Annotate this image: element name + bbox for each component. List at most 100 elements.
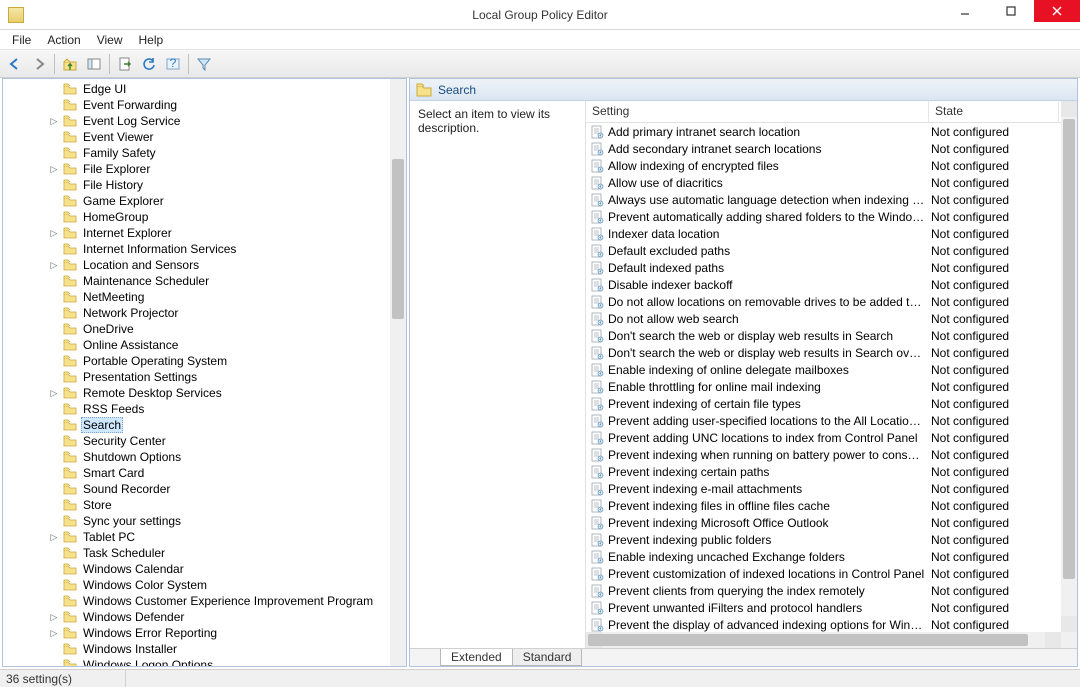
setting-row[interactable]: Enable throttling for online mail indexi… (586, 378, 1061, 395)
setting-row[interactable]: Prevent adding user-specified locations … (586, 412, 1061, 429)
setting-row[interactable]: Do not allow web searchNot configured (586, 310, 1061, 327)
tab-extended[interactable]: Extended (440, 649, 513, 666)
expand-icon[interactable]: ▷ (49, 116, 59, 126)
tree-item[interactable]: Windows Calendar (63, 561, 390, 577)
tree-item[interactable]: NetMeeting (63, 289, 390, 305)
setting-row[interactable]: Don't search the web or display web resu… (586, 344, 1061, 361)
menu-file[interactable]: File (4, 31, 39, 49)
tree-item[interactable]: HomeGroup (63, 209, 390, 225)
scrollbar-thumb[interactable] (392, 159, 404, 319)
setting-row[interactable]: Prevent indexing e-mail attachmentsNot c… (586, 480, 1061, 497)
tree-item[interactable]: Security Center (63, 433, 390, 449)
export-button[interactable] (114, 53, 136, 75)
expand-icon[interactable]: ▷ (49, 260, 59, 270)
setting-row[interactable]: Default excluded pathsNot configured (586, 242, 1061, 259)
tree-item[interactable]: Online Assistance (63, 337, 390, 353)
setting-row[interactable]: Prevent indexing of certain file typesNo… (586, 395, 1061, 412)
tree-item[interactable]: RSS Feeds (63, 401, 390, 417)
minimize-button[interactable] (942, 0, 988, 22)
tree-item[interactable]: OneDrive (63, 321, 390, 337)
list-horizontal-scrollbar[interactable] (586, 632, 1061, 648)
tree-item[interactable]: Store (63, 497, 390, 513)
list-body[interactable]: Add primary intranet search locationNot … (586, 123, 1061, 632)
expand-icon[interactable]: ▷ (49, 164, 59, 174)
help-button[interactable]: ? (162, 53, 184, 75)
tree-item[interactable]: Windows Customer Experience Improvement … (63, 593, 390, 609)
setting-row[interactable]: Default indexed pathsNot configured (586, 259, 1061, 276)
tree-scroll[interactable]: Edge UIEvent Forwarding▷Event Log Servic… (3, 79, 390, 666)
expand-icon[interactable]: ▷ (49, 612, 59, 622)
setting-row[interactable]: Prevent indexing Microsoft Office Outloo… (586, 514, 1061, 531)
setting-row[interactable]: Always use automatic language detection … (586, 191, 1061, 208)
tree-vertical-scrollbar[interactable] (390, 79, 406, 666)
column-state[interactable]: State (929, 101, 1059, 122)
tree-item[interactable]: ▷Event Log Service (63, 113, 390, 129)
setting-row[interactable]: Prevent the display of advanced indexing… (586, 616, 1061, 632)
setting-row[interactable]: Enable indexing of online delegate mailb… (586, 361, 1061, 378)
setting-row[interactable]: Prevent indexing when running on battery… (586, 446, 1061, 463)
setting-row[interactable]: Prevent indexing files in offline files … (586, 497, 1061, 514)
tree-item[interactable]: Network Projector (63, 305, 390, 321)
setting-row[interactable]: Prevent unwanted iFilters and protocol h… (586, 599, 1061, 616)
setting-row[interactable]: Prevent indexing certain pathsNot config… (586, 463, 1061, 480)
back-button[interactable] (4, 53, 26, 75)
setting-row[interactable]: Add secondary intranet search locationsN… (586, 140, 1061, 157)
list-vertical-scrollbar[interactable] (1061, 101, 1077, 632)
tree-item[interactable]: Family Safety (63, 145, 390, 161)
setting-row[interactable]: Indexer data locationNot configured (586, 225, 1061, 242)
menu-help[interactable]: Help (131, 31, 172, 49)
tree-item[interactable]: File History (63, 177, 390, 193)
close-button[interactable] (1034, 0, 1080, 22)
tree-item[interactable]: Portable Operating System (63, 353, 390, 369)
tree-item[interactable]: Sync your settings (63, 513, 390, 529)
expand-icon[interactable]: ▷ (49, 628, 59, 638)
refresh-button[interactable] (138, 53, 160, 75)
tree-item[interactable]: ▷Tablet PC (63, 529, 390, 545)
tree-item[interactable]: Smart Card (63, 465, 390, 481)
tree-item[interactable]: Windows Installer (63, 641, 390, 657)
tree-item[interactable]: Maintenance Scheduler (63, 273, 390, 289)
tree-item[interactable]: ▷Windows Defender (63, 609, 390, 625)
forward-button[interactable] (28, 53, 50, 75)
tree-item[interactable]: Task Scheduler (63, 545, 390, 561)
tree-item[interactable]: Windows Logon Options (63, 657, 390, 666)
tree-item[interactable]: ▷Windows Error Reporting (63, 625, 390, 641)
show-hide-tree-button[interactable] (83, 53, 105, 75)
setting-row[interactable]: Add primary intranet search locationNot … (586, 123, 1061, 140)
filter-button[interactable] (193, 53, 215, 75)
menu-action[interactable]: Action (39, 31, 88, 49)
menu-view[interactable]: View (89, 31, 131, 49)
tree-item[interactable]: Edge UI (63, 81, 390, 97)
tree-item[interactable]: Event Forwarding (63, 97, 390, 113)
expand-icon[interactable]: ▷ (49, 388, 59, 398)
tree-item[interactable]: Game Explorer (63, 193, 390, 209)
tree-item[interactable]: ▷File Explorer (63, 161, 390, 177)
up-level-button[interactable] (59, 53, 81, 75)
scrollbar-thumb[interactable] (588, 634, 1028, 646)
tree-item[interactable]: Search (63, 417, 390, 433)
tree-item[interactable]: Shutdown Options (63, 449, 390, 465)
setting-row[interactable]: Enable indexing uncached Exchange folder… (586, 548, 1061, 565)
scrollbar-thumb[interactable] (1063, 119, 1075, 579)
setting-row[interactable]: Prevent clients from querying the index … (586, 582, 1061, 599)
setting-row[interactable]: Allow indexing of encrypted filesNot con… (586, 157, 1061, 174)
setting-row[interactable]: Do not allow locations on removable driv… (586, 293, 1061, 310)
setting-row[interactable]: Disable indexer backoffNot configured (586, 276, 1061, 293)
setting-row[interactable]: Prevent adding UNC locations to index fr… (586, 429, 1061, 446)
expand-icon[interactable]: ▷ (49, 532, 59, 542)
tree-item[interactable]: Sound Recorder (63, 481, 390, 497)
maximize-button[interactable] (988, 0, 1034, 22)
setting-row[interactable]: Prevent customization of indexed locatio… (586, 565, 1061, 582)
tree-item[interactable]: Presentation Settings (63, 369, 390, 385)
tab-standard[interactable]: Standard (512, 649, 583, 666)
tree-item[interactable]: ▷Remote Desktop Services (63, 385, 390, 401)
setting-row[interactable]: Allow use of diacriticsNot configured (586, 174, 1061, 191)
column-setting[interactable]: Setting (586, 101, 929, 122)
setting-row[interactable]: Prevent automatically adding shared fold… (586, 208, 1061, 225)
tree-item[interactable]: Windows Color System (63, 577, 390, 593)
tree-item[interactable]: ▷Location and Sensors (63, 257, 390, 273)
expand-icon[interactable]: ▷ (49, 228, 59, 238)
setting-row[interactable]: Don't search the web or display web resu… (586, 327, 1061, 344)
tree-item[interactable]: ▷Internet Explorer (63, 225, 390, 241)
tree-item[interactable]: Internet Information Services (63, 241, 390, 257)
